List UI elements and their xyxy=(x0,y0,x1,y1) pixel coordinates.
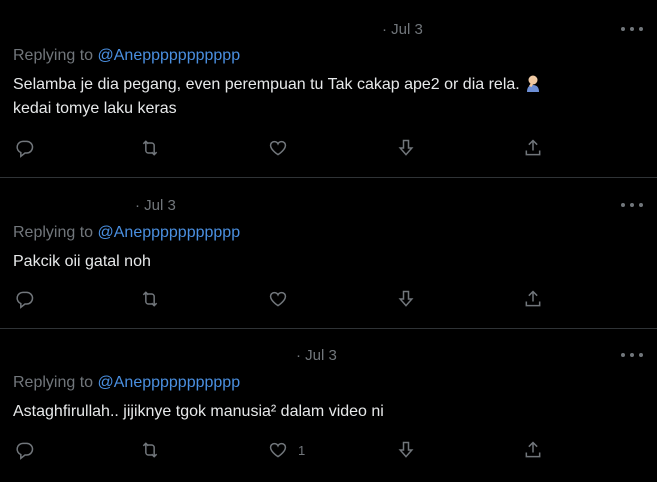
share-icon[interactable] xyxy=(523,138,543,158)
tweet-date[interactable]: · Jul 3 xyxy=(135,197,176,214)
reply-icon[interactable] xyxy=(15,440,35,460)
share-icon[interactable] xyxy=(523,289,543,309)
retweet-icon[interactable] xyxy=(140,289,160,309)
retweet-icon[interactable] xyxy=(140,440,160,460)
heart-icon[interactable] xyxy=(268,289,298,309)
like-count: 1 xyxy=(298,442,306,458)
reply-handle-link[interactable]: @Aneppppppppppp xyxy=(98,224,241,241)
reply-icon[interactable] xyxy=(15,289,35,309)
tweet-text: Pakcik oii gatal noh xyxy=(13,250,637,274)
replying-prefix: Replying to xyxy=(13,224,98,241)
heart-icon[interactable] xyxy=(268,138,298,158)
action-bar: 1 xyxy=(0,440,657,464)
tweet-text-line: kedai tomye laku keras xyxy=(13,100,177,117)
heart-icon[interactable]: 1 xyxy=(268,440,305,460)
reply-icon[interactable] xyxy=(15,138,35,158)
person-facepalming-emoji xyxy=(526,75,539,92)
arrow-down-icon[interactable] xyxy=(396,289,416,309)
replying-prefix: Replying to xyxy=(13,47,98,64)
replying-to: Replying to @Aneppppppppppp xyxy=(13,374,240,392)
tweet-text-line: Astaghfirullah.. jijiknye tgok manusia² … xyxy=(13,403,384,420)
tweet-date[interactable]: · Jul 3 xyxy=(382,21,423,38)
tweet-text: Selamba je dia pegang, even perempuan tu… xyxy=(13,73,637,121)
replying-to: Replying to @Aneppppppppppp xyxy=(13,224,240,242)
more-icon[interactable] xyxy=(621,349,643,361)
action-bar xyxy=(0,138,657,162)
tweet-text: Astaghfirullah.. jijiknye tgok manusia² … xyxy=(13,400,637,424)
reply-handle-link[interactable]: @Aneppppppppppp xyxy=(98,374,241,391)
tweet-1[interactable]: · Jul 3 Replying to @Aneppppppppppp Sela… xyxy=(0,0,657,178)
tweet-text-line: Pakcik oii gatal noh xyxy=(13,253,151,270)
tweet-date[interactable]: · Jul 3 xyxy=(296,347,337,364)
replying-to: Replying to @Aneppppppppppp xyxy=(13,47,240,65)
more-icon[interactable] xyxy=(621,23,643,35)
retweet-icon[interactable] xyxy=(140,138,160,158)
share-icon[interactable] xyxy=(523,440,543,460)
tweet-3[interactable]: · Jul 3 Replying to @Aneppppppppppp Asta… xyxy=(0,329,657,482)
reply-handle-link[interactable]: @Aneppppppppppp xyxy=(98,47,241,64)
replying-prefix: Replying to xyxy=(13,374,98,391)
tweet-text-line: Selamba je dia pegang, even perempuan tu… xyxy=(13,73,637,97)
arrow-down-icon[interactable] xyxy=(396,138,416,158)
more-icon[interactable] xyxy=(621,199,643,211)
action-bar xyxy=(0,289,657,313)
arrow-down-icon[interactable] xyxy=(396,440,416,460)
tweet-2[interactable]: · Jul 3 Replying to @Aneppppppppppp Pakc… xyxy=(0,178,657,329)
